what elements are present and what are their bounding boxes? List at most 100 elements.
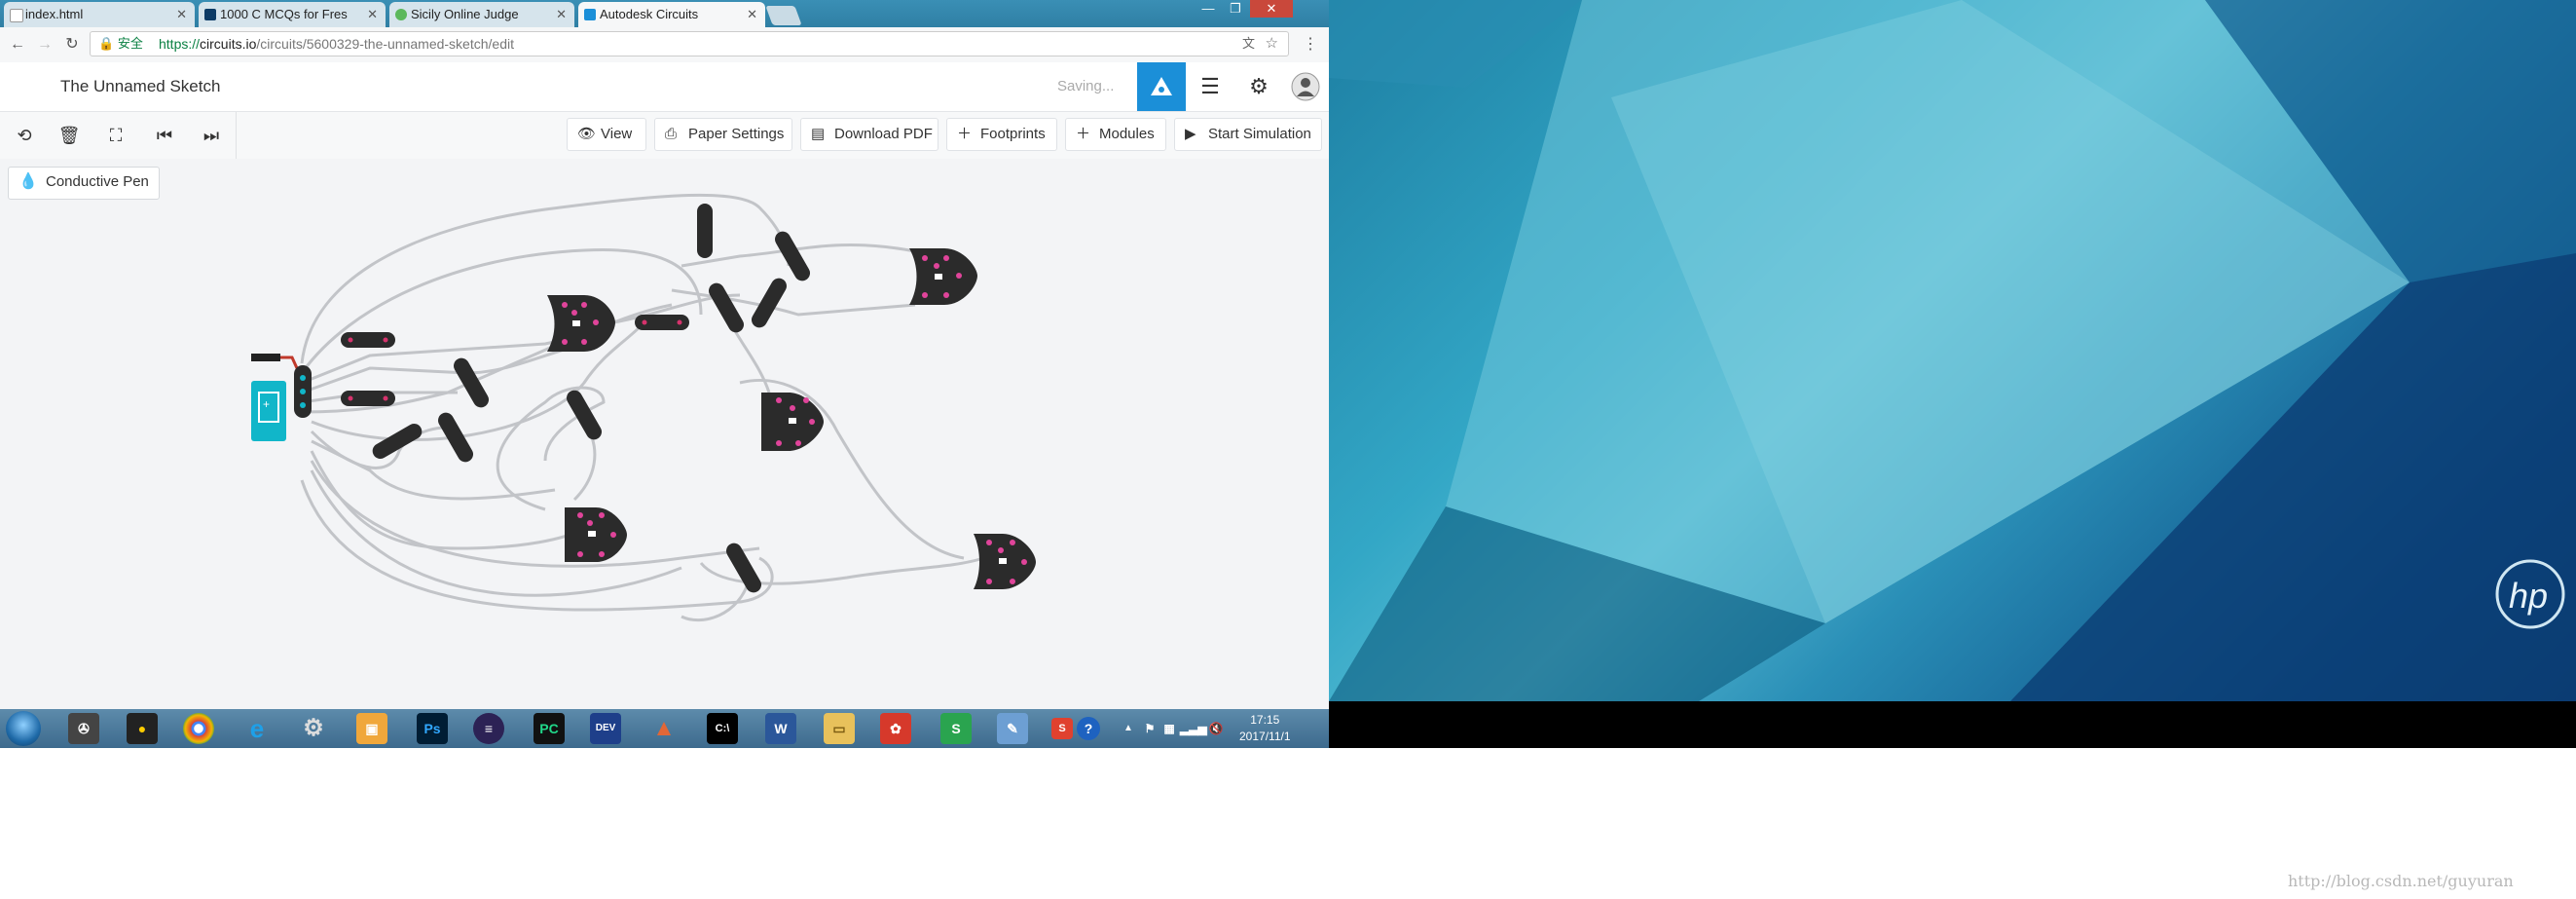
- close-icon[interactable]: ✕: [747, 2, 757, 27]
- avatar-icon: [1291, 72, 1320, 101]
- url-text: https://circuits.io/circuits/5600329-the…: [159, 32, 514, 56]
- circuit-diagram[interactable]: +: [0, 159, 1329, 709]
- url-prefix: https://: [159, 36, 201, 52]
- list-view-button[interactable]: ☰: [1186, 62, 1234, 111]
- photoshop-icon[interactable]: Ps: [417, 713, 448, 744]
- folder-app-icon[interactable]: ▣: [356, 713, 387, 744]
- view-button-label: View: [601, 126, 633, 142]
- paint-icon[interactable]: ✎: [997, 713, 1028, 744]
- start-simulation-button[interactable]: ▶ Start Simulation: [1174, 118, 1322, 151]
- new-tab-button[interactable]: [765, 6, 802, 25]
- resistor-pads: [348, 319, 682, 401]
- translate-icon[interactable]: 文: [1242, 32, 1255, 56]
- sogou-s-icon[interactable]: S: [940, 713, 972, 744]
- flag-icon[interactable]: ⚑: [1141, 713, 1159, 744]
- red-app-icon[interactable]: ✿: [880, 713, 911, 744]
- app-header: The Unnamed Sketch Saving... ☰ ⚙: [0, 62, 1329, 112]
- circuit-canvas[interactable]: 💧 Conductive Pen +: [0, 159, 1329, 709]
- windows-taskbar: ✇ ● e ⚙ ▣ Ps ≡ PC DEV ▲ C:\ W ▭ ✿ S ✎ S …: [0, 709, 1329, 748]
- word-icon[interactable]: W: [765, 713, 796, 744]
- windows-start-icon[interactable]: [6, 711, 41, 746]
- download-pdf-button[interactable]: ▤ Download PDF: [800, 118, 938, 151]
- toolbar-divider: [236, 112, 237, 159]
- list-icon: ☰: [1200, 74, 1220, 98]
- tab-autodesk-circuits[interactable]: Autodesk Circuits ✕: [578, 2, 765, 27]
- plus-icon: ＋: [1076, 126, 1091, 142]
- tab-label: Autodesk Circuits: [600, 7, 699, 21]
- help-icon[interactable]: ?: [1077, 717, 1100, 740]
- step-forward-icon[interactable]: ⏭: [197, 122, 226, 149]
- secure-indicator: 🔒 安全: [98, 36, 143, 51]
- tab-sicily-judge[interactable]: Sicily Online Judge ✕: [389, 2, 574, 27]
- fit-screen-icon[interactable]: ⛶: [101, 122, 130, 149]
- play-icon: ▶: [1185, 126, 1196, 142]
- tab-c-mcqs[interactable]: 1000 C MCQs for Fres ✕: [199, 2, 386, 27]
- clock-date: 2017/11/1: [1239, 730, 1291, 743]
- saving-status: Saving...: [1057, 78, 1115, 94]
- step-back-icon[interactable]: ⏮: [150, 122, 179, 149]
- blog-watermark: http://blog.csdn.net/guyuran: [2288, 872, 2514, 890]
- file-explorer-icon[interactable]: ▭: [824, 713, 855, 744]
- modules-button[interactable]: ＋ Modules: [1065, 118, 1166, 151]
- view-button[interactable]: 👁 View: [567, 118, 646, 151]
- tab-label: 1000 C MCQs for Fres: [220, 7, 348, 21]
- sanfoundry-icon: [204, 9, 216, 20]
- taskbar-clock[interactable]: 17:15 2017/11/1: [1239, 712, 1291, 745]
- back-arrow-icon[interactable]: ←: [8, 35, 27, 55]
- printer-icon: ⎙: [665, 126, 678, 142]
- plus-icon: ＋: [957, 126, 973, 142]
- wallpaper-shapes: hp: [1329, 0, 2576, 701]
- close-icon[interactable]: ✕: [556, 2, 567, 27]
- tray-arrow-icon[interactable]: ▲: [1122, 713, 1135, 744]
- user-avatar-button[interactable]: [1281, 62, 1329, 111]
- footprints-button[interactable]: ＋ Footprints: [946, 118, 1057, 151]
- sketch-title[interactable]: The Unnamed Sketch: [60, 77, 220, 96]
- maximize-button[interactable]: ❐: [1223, 0, 1248, 18]
- svg-text:hp: hp: [2509, 576, 2548, 616]
- device-icon[interactable]: ▦: [1160, 713, 1178, 744]
- close-icon[interactable]: ✕: [367, 2, 378, 27]
- tool-app-icon[interactable]: ✇: [68, 713, 99, 744]
- eclipse-icon[interactable]: ≡: [473, 713, 504, 744]
- qq-penguin-icon[interactable]: ●: [127, 713, 158, 744]
- desktop-black-bar: [1329, 701, 2576, 748]
- chrome-icon[interactable]: [183, 713, 214, 744]
- window-close-button[interactable]: ✕: [1250, 0, 1293, 18]
- address-bar: ← → ↻ 🔒 安全 https://circuits.io/circuits/…: [0, 27, 1329, 63]
- command-prompt-icon[interactable]: C:\: [707, 713, 738, 744]
- matlab-icon[interactable]: ▲: [648, 713, 680, 744]
- footprints-label: Footprints: [980, 126, 1046, 142]
- svg-text:+: +: [263, 397, 270, 411]
- volume-icon[interactable]: 🔇: [1207, 713, 1225, 744]
- breadboard-view-button[interactable]: [1137, 62, 1186, 111]
- sogou-input-icon[interactable]: S: [1051, 718, 1073, 739]
- internet-explorer-icon[interactable]: e: [241, 713, 273, 744]
- gear-icon: ⚙: [1249, 74, 1269, 98]
- minimize-button[interactable]: —: [1196, 0, 1221, 18]
- document-icon: [10, 9, 23, 22]
- rotate-icon[interactable]: ⟲: [10, 122, 39, 149]
- bookmark-star-icon[interactable]: ☆: [1266, 32, 1278, 56]
- url-path: /circuits/5600329-the-unnamed-sketch/edi…: [256, 36, 514, 52]
- tab-label: index.html: [25, 7, 84, 21]
- forward-arrow-icon[interactable]: →: [35, 35, 55, 55]
- dev-cpp-icon[interactable]: DEV: [590, 713, 621, 744]
- trash-icon[interactable]: 🗑: [55, 122, 84, 149]
- circuit-triangle-icon: [1151, 77, 1172, 95]
- battery-module[interactable]: +: [251, 354, 312, 441]
- close-icon[interactable]: ✕: [176, 2, 187, 27]
- modules-label: Modules: [1099, 126, 1155, 142]
- url-host: circuits.io: [200, 36, 257, 52]
- download-pdf-label: Download PDF: [834, 126, 933, 142]
- pycharm-icon[interactable]: PC: [534, 713, 565, 744]
- network-icon[interactable]: ▂▃▅: [1180, 713, 1207, 744]
- settings-button[interactable]: ⚙: [1234, 62, 1283, 111]
- reload-icon[interactable]: ↻: [62, 35, 82, 55]
- tab-strip: index.html ✕ 1000 C MCQs for Fres ✕ Sici…: [0, 0, 1329, 27]
- url-field[interactable]: 🔒 安全 https://circuits.io/circuits/560032…: [90, 31, 1289, 56]
- eye-icon: 👁: [577, 126, 597, 142]
- paper-settings-button[interactable]: ⎙ Paper Settings: [654, 118, 792, 151]
- tab-index-html[interactable]: index.html ✕: [4, 2, 195, 27]
- control-panel-gear-icon[interactable]: ⚙: [298, 713, 329, 744]
- chrome-menu-icon[interactable]: ⋮: [1301, 35, 1320, 55]
